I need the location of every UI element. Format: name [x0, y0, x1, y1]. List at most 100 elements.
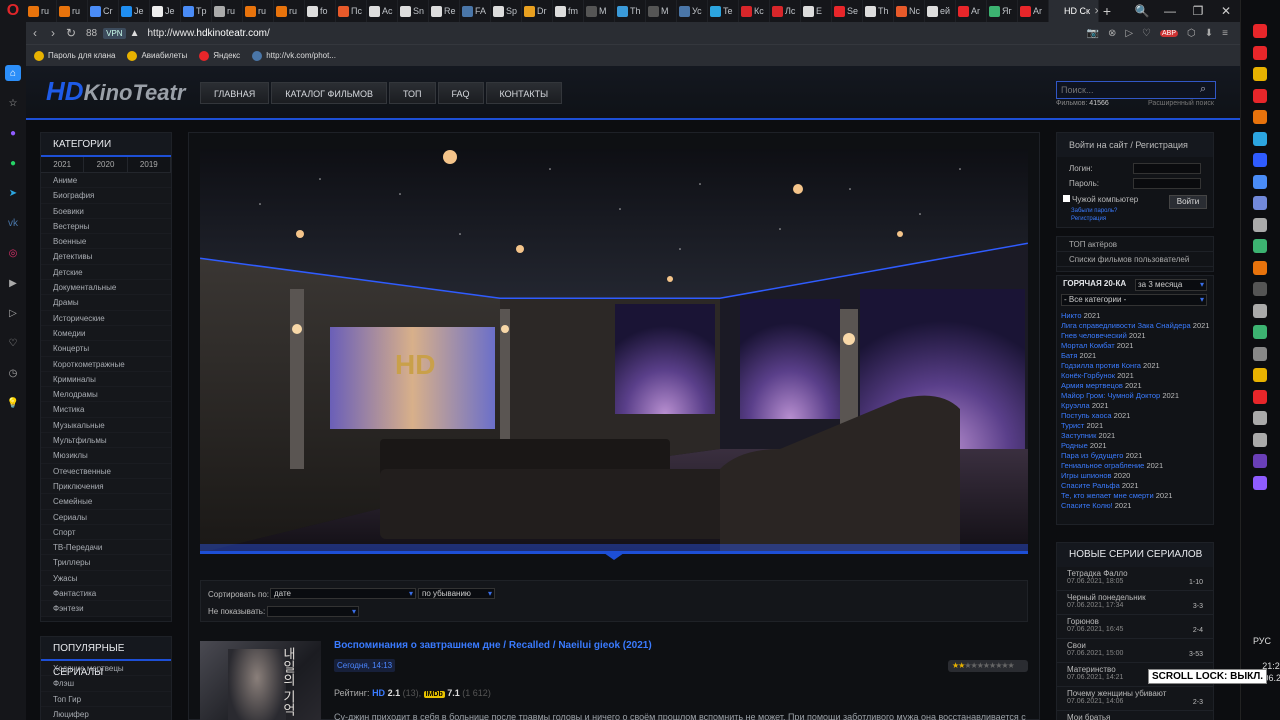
category-item[interactable]: Отечественные: [41, 463, 171, 479]
category-item[interactable]: Приключения: [41, 478, 171, 495]
hot20-item[interactable]: Круэлла 2021: [1061, 401, 1215, 411]
bookmark-item[interactable]: http://vk.com/phot...: [252, 50, 336, 61]
tray-app-icon[interactable]: [1253, 454, 1267, 468]
year-tab[interactable]: 2019: [128, 157, 171, 172]
tab[interactable]: Se: [832, 0, 863, 22]
hot20-item[interactable]: Спасите Колю! 2021: [1061, 501, 1215, 511]
history-icon[interactable]: ◷: [5, 365, 21, 381]
tab[interactable]: Ус: [677, 0, 708, 22]
maximize-button[interactable]: ❐: [1184, 4, 1212, 18]
tab[interactable]: Ar: [956, 0, 987, 22]
tab[interactable]: Ar: [1018, 0, 1049, 22]
player-icon[interactable]: ▶: [5, 275, 21, 291]
bookmark-item[interactable]: Яндекс: [199, 50, 240, 61]
tab[interactable]: FA: [460, 0, 491, 22]
tab[interactable]: fm: [553, 0, 584, 22]
top-link[interactable]: Списки фильмов пользователей: [1057, 252, 1213, 267]
new-series-item[interactable]: Свои 07.06.2021, 15:00 3-53: [1057, 639, 1213, 663]
hot20-title-link[interactable]: Годзилла против Конга: [1061, 361, 1141, 370]
home-icon[interactable]: ⌂: [5, 65, 21, 81]
category-item[interactable]: Мелодрамы: [41, 387, 171, 403]
tab[interactable]: Яг: [987, 0, 1018, 22]
tips-icon[interactable]: 💡: [5, 395, 21, 411]
hot20-item[interactable]: Гнев человеческий 2021: [1061, 331, 1215, 341]
tray-app-icon[interactable]: [1253, 196, 1267, 210]
category-item[interactable]: Документальные: [41, 280, 171, 296]
tray-app-icon[interactable]: [1253, 110, 1267, 124]
hot20-title-link[interactable]: Гнев человеческий: [1061, 331, 1127, 340]
category-item[interactable]: Мистика: [41, 402, 171, 418]
category-item[interactable]: Триллеры: [41, 555, 171, 571]
category-item[interactable]: Вестерны: [41, 218, 171, 235]
menu-item[interactable]: FAQ: [437, 82, 484, 104]
forward-button[interactable]: ›: [44, 26, 62, 40]
menu-item[interactable]: КАТАЛОГ ФИЛЬМОВ: [271, 82, 387, 104]
player-icon[interactable]: ▷: [1125, 28, 1133, 39]
hot20-item[interactable]: Мортал Комбат 2021: [1061, 341, 1215, 351]
hot20-item[interactable]: Годзилла против Конга 2021: [1061, 361, 1215, 371]
vpn-badge[interactable]: VPN: [103, 27, 126, 39]
hot20-title-link[interactable]: Мортал Комбат: [1061, 341, 1115, 350]
category-item[interactable]: Сериалы: [41, 509, 171, 525]
adblock-icon[interactable]: ABP: [1160, 29, 1179, 37]
new-series-item[interactable]: Горюнов 07.06.2021, 16:45 2-4: [1057, 615, 1213, 639]
hot20-title-link[interactable]: Те, кто желает мне смерти: [1061, 491, 1154, 500]
hot20-title-link[interactable]: Конёк-Горбунок: [1061, 371, 1115, 380]
tab[interactable]: ru: [57, 0, 88, 22]
hot20-title-link[interactable]: Поступь хаоса: [1061, 411, 1112, 420]
tray-app-icon[interactable]: [1253, 217, 1267, 232]
hide-select[interactable]: [267, 606, 359, 617]
tab[interactable]: Cr: [88, 0, 119, 22]
star-icon[interactable]: ☆: [5, 95, 21, 111]
hot20-title-link[interactable]: Пара из будущего: [1061, 451, 1123, 460]
close-window-button[interactable]: ✕: [1212, 4, 1240, 18]
vk-icon[interactable]: vk: [5, 215, 21, 231]
category-item[interactable]: Концерты: [41, 341, 171, 357]
menu-item[interactable]: КОНТАКТЫ: [485, 82, 563, 104]
category-item[interactable]: Короткометражные: [41, 356, 171, 372]
movie-title-link[interactable]: Воспоминания о завтрашнем дне / Recalled…: [334, 640, 652, 651]
category-item[interactable]: Ужасы: [41, 570, 171, 587]
new-series-item[interactable]: Тетрадка Фалло 07.06.2021, 18:05 1-10: [1057, 567, 1213, 591]
category-item[interactable]: ТВ-Передачи: [41, 540, 171, 556]
forgot-password-link[interactable]: Забыли пароль?: [1071, 208, 1117, 214]
login-input[interactable]: [1133, 163, 1201, 174]
tray-app-icon[interactable]: [1253, 239, 1267, 253]
tray-app-icon[interactable]: [1253, 174, 1267, 189]
category-item[interactable]: Семейные: [41, 494, 171, 510]
opera-logo-icon[interactable]: O: [0, 0, 26, 22]
tab[interactable]: fo: [305, 0, 336, 22]
tab[interactable]: Ac: [367, 0, 398, 22]
instagram-icon[interactable]: ◎: [5, 245, 21, 261]
tray-app-icon[interactable]: [1253, 475, 1267, 490]
new-series-item[interactable]: Черный понедельник 07.06.2021, 17:34 3-3: [1057, 591, 1213, 615]
hot20-item[interactable]: Гениальное ограбление 2021: [1061, 461, 1215, 471]
reload-button[interactable]: ↻: [62, 26, 80, 40]
send-icon[interactable]: ▷: [5, 305, 21, 321]
hot20-item[interactable]: Заступник 2021: [1061, 431, 1215, 441]
sort-by-select[interactable]: дате: [270, 588, 416, 599]
hero-scroll-arrow-icon[interactable]: [604, 553, 624, 560]
bookmark-item[interactable]: Пароль для клана: [34, 50, 115, 61]
tab-search-icon[interactable]: 🔍: [1128, 4, 1156, 18]
remember-row[interactable]: Чужой компьютер: [1063, 195, 1138, 204]
tab[interactable]: M: [584, 0, 615, 22]
category-item[interactable]: Боевики: [41, 203, 171, 219]
tab[interactable]: Th: [863, 0, 894, 22]
heart-icon[interactable]: ♡: [5, 335, 21, 351]
hot20-item[interactable]: Турист 2021: [1061, 421, 1215, 431]
tab[interactable]: Je: [150, 0, 181, 22]
tab[interactable]: M: [646, 0, 677, 22]
category-item[interactable]: Фэнтези: [41, 601, 171, 617]
category-item[interactable]: Мюзиклы: [41, 448, 171, 464]
keyboard-language[interactable]: РУС: [1253, 636, 1271, 646]
tab[interactable]: E: [801, 0, 832, 22]
category-item[interactable]: Исторические: [41, 310, 171, 326]
category-item[interactable]: Военные: [41, 234, 171, 250]
register-link[interactable]: Регистрация: [1071, 216, 1106, 222]
series-item[interactable]: Люцифер: [41, 706, 171, 720]
search-icon[interactable]: ⌕: [1200, 83, 1206, 96]
hot20-item[interactable]: Поступь хаоса 2021: [1061, 411, 1215, 421]
series-item[interactable]: Флэш: [41, 676, 171, 692]
tray-app-icon[interactable]: [1253, 368, 1267, 382]
